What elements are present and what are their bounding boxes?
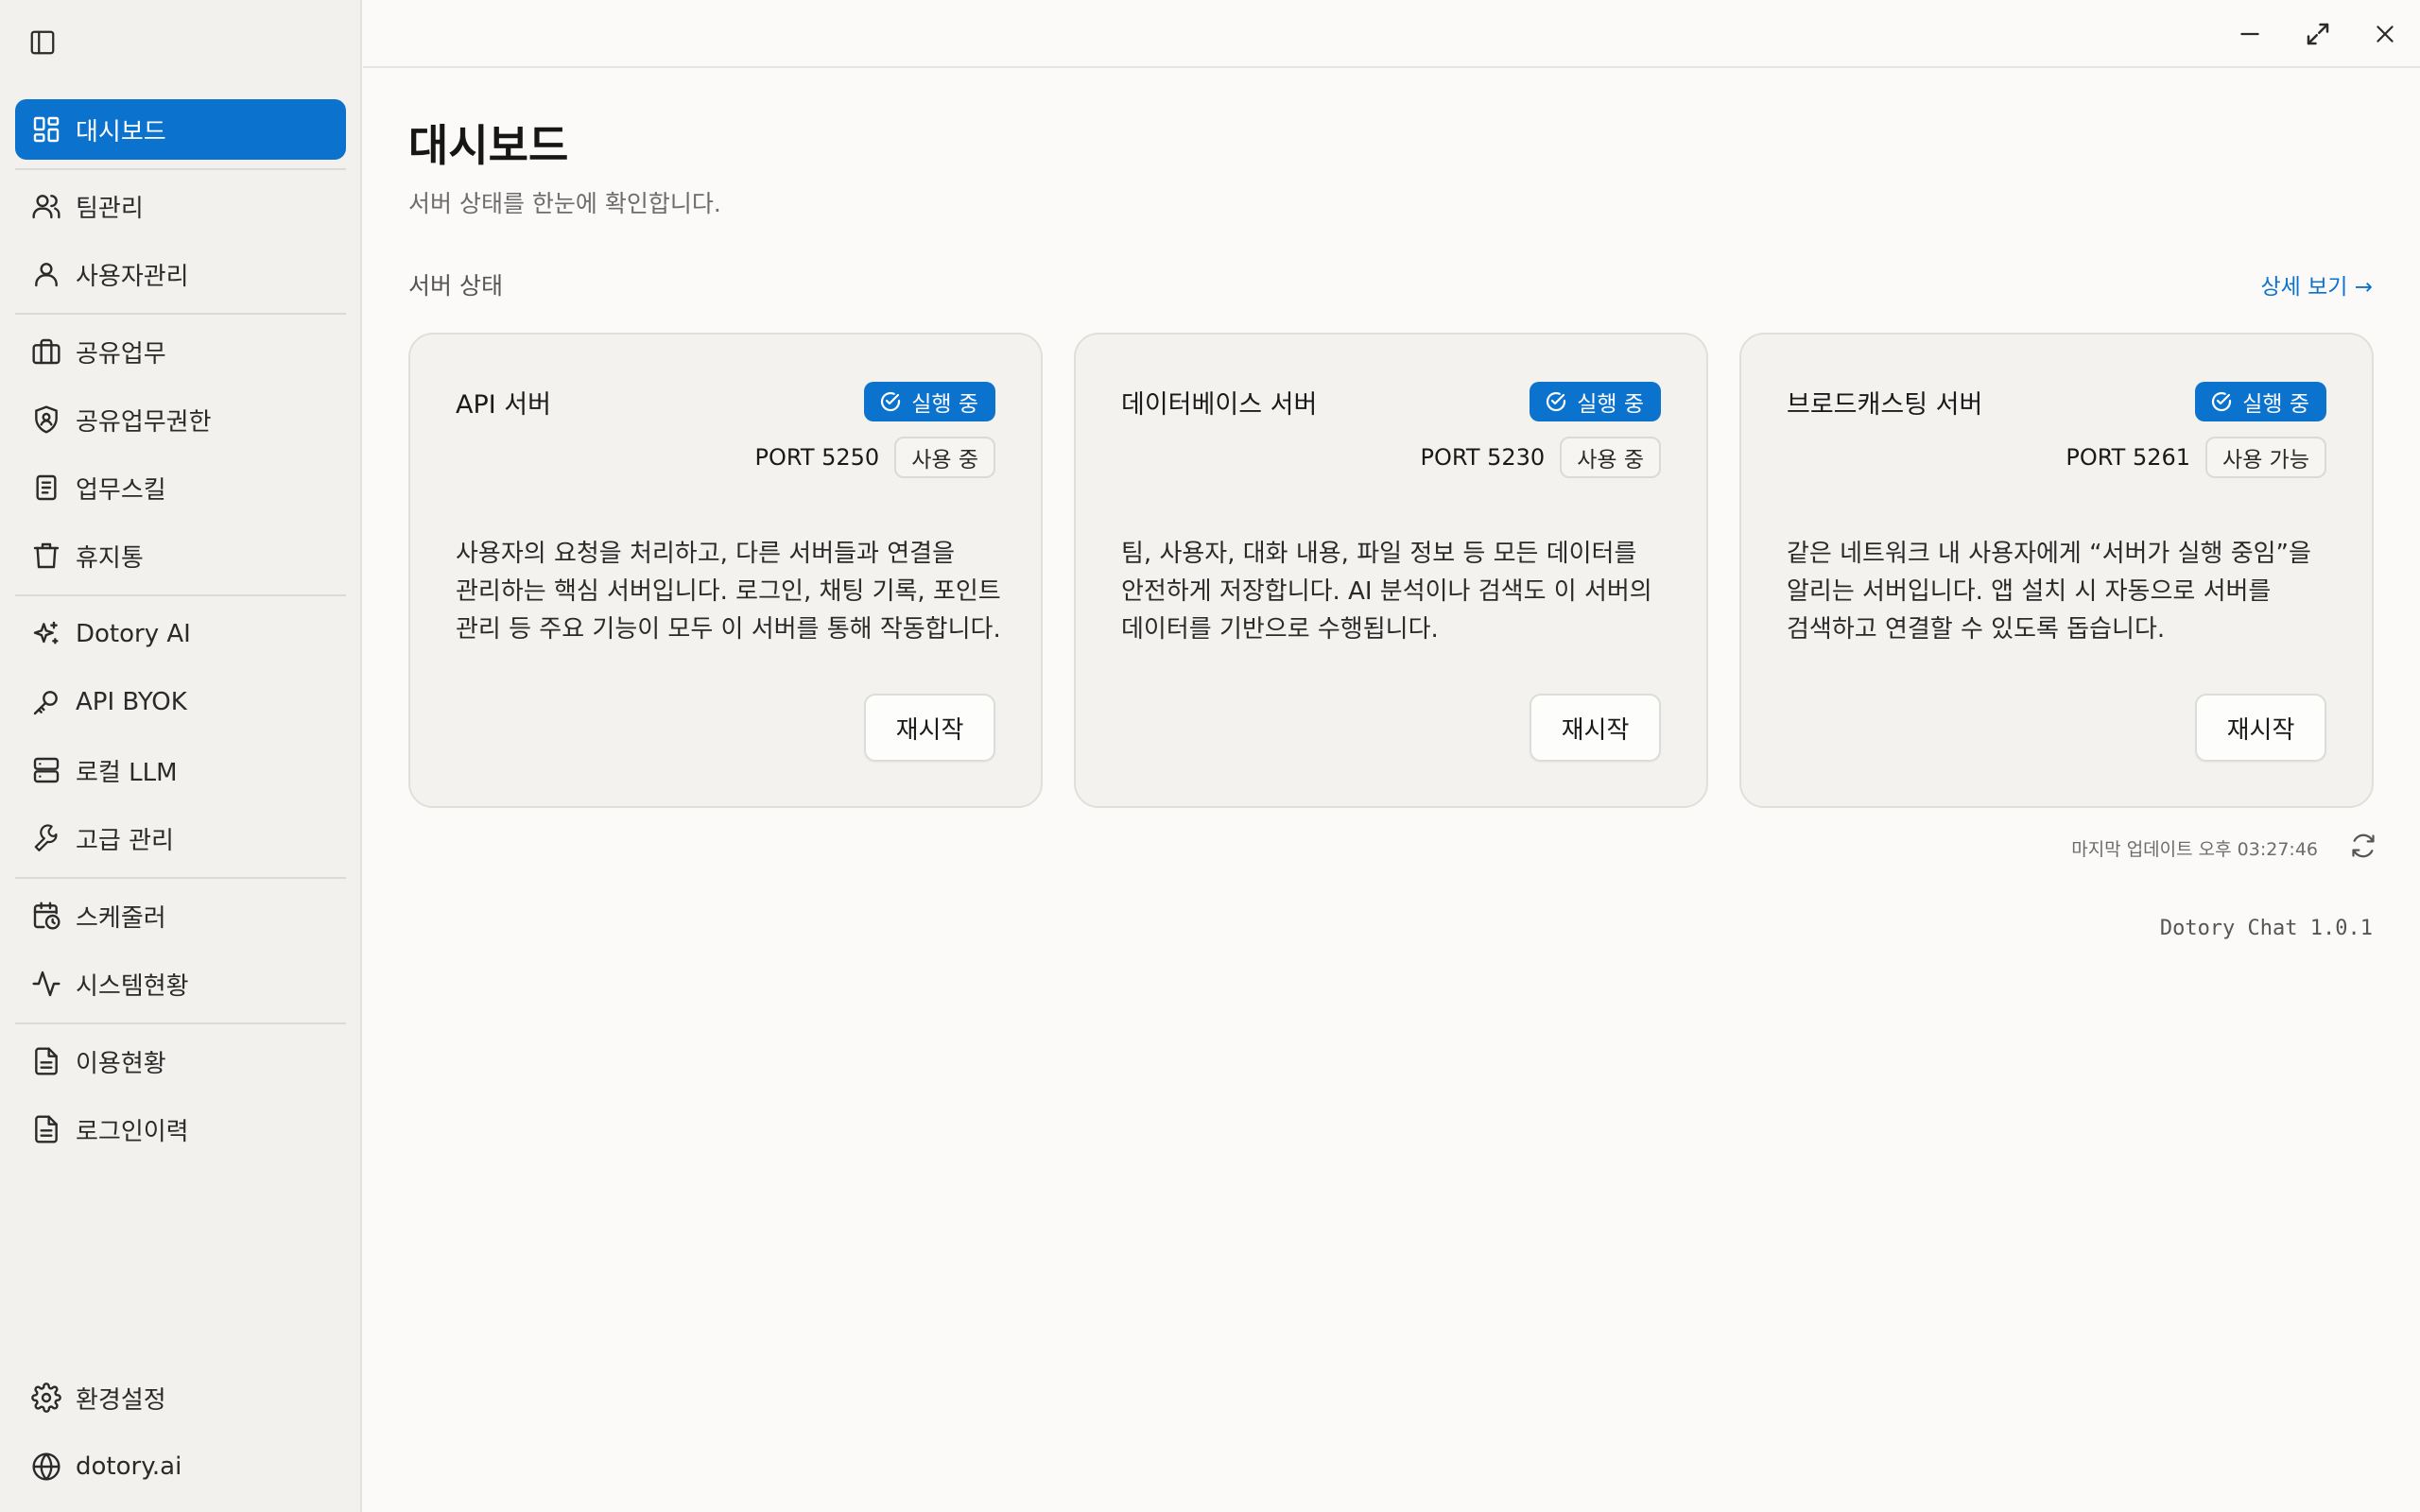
sidebar-item-label: 팀관리	[76, 194, 144, 223]
sidebar-divider	[15, 877, 346, 879]
sidebar-item-system-status[interactable]: 시스템현황	[15, 954, 346, 1014]
sidebar-divider	[15, 313, 346, 315]
document-icon	[30, 472, 62, 504]
shield-icon	[30, 404, 62, 436]
sidebar-item-label: 스케줄러	[76, 903, 166, 933]
server-description: 같은 네트워크 내 사용자에게 “서버가 실행 중임”을 알리는 서버입니다. …	[1787, 540, 2311, 644]
sidebar-toggle-icon[interactable]	[26, 26, 59, 59]
sidebar-item-label: Dotory AI	[76, 620, 191, 648]
check-circle-icon	[1547, 391, 1566, 412]
refresh-icon[interactable]	[2344, 827, 2382, 865]
port-number: PORT 5250	[754, 444, 880, 471]
calendar-clock-icon	[30, 900, 62, 932]
sidebar-item-work-skills[interactable]: 업무스킬	[15, 457, 346, 518]
sidebar-item-website[interactable]: dotory.ai	[15, 1436, 346, 1497]
sidebar-item-shared-work-permissions[interactable]: 공유업무권한	[15, 389, 346, 450]
sidebar-item-label: 사용자관리	[76, 262, 189, 291]
server-name: API 서버	[456, 390, 551, 420]
status-badge: 실행 중	[2195, 382, 2326, 421]
file-text-icon	[30, 1045, 62, 1077]
dashboard-icon	[30, 113, 62, 146]
port-number: PORT 5261	[2066, 444, 2191, 471]
briefcase-icon	[30, 335, 62, 368]
sidebar-item-api-byok[interactable]: API BYOK	[15, 672, 346, 732]
app-version: Dotory Chat 1.0.1	[2159, 917, 2373, 940]
check-circle-icon	[881, 391, 901, 412]
gear-icon	[30, 1382, 62, 1414]
server-name: 브로드캐스팅 서버	[1787, 390, 1983, 420]
trash-icon	[30, 540, 62, 572]
port-status-badge: 사용 가능	[2205, 437, 2326, 478]
sidebar-item-label: 시스템현황	[76, 971, 189, 1001]
port-status-badge: 사용 중	[1560, 437, 1661, 478]
sidebar-item-label: 이용현황	[76, 1049, 166, 1078]
close-icon[interactable]	[2366, 15, 2404, 53]
sidebar-item-local-llm[interactable]: 로컬 LLM	[15, 740, 346, 800]
view-details-link[interactable]: 상세 보기 →	[2260, 268, 2373, 301]
port-row: PORT 5250 사용 중	[755, 437, 995, 478]
port-number: PORT 5230	[1420, 444, 1546, 471]
users-icon	[30, 190, 62, 222]
sidebar-item-settings[interactable]: 환경설정	[15, 1367, 346, 1428]
sidebar-item-trash[interactable]: 휴지통	[15, 525, 346, 586]
sidebar-item-shared-work[interactable]: 공유업무	[15, 321, 346, 382]
user-icon	[30, 258, 62, 290]
sidebar-item-label: dotory.ai	[76, 1452, 182, 1481]
sidebar-item-label: 휴지통	[76, 543, 144, 573]
key-icon	[30, 686, 62, 718]
server-card-api: API 서버 실행 중 PORT 5250 사용 중 사용자의 요청을 처리하고…	[408, 333, 1043, 808]
status-badge: 실행 중	[1530, 382, 1661, 421]
restart-button[interactable]: 재시작	[1530, 694, 1661, 762]
status-badge: 실행 중	[864, 382, 995, 421]
sidebar-item-dotory-ai[interactable]: Dotory AI	[15, 604, 346, 664]
sidebar-item-label: 고급 관리	[76, 826, 174, 855]
status-text: 실행 중	[2242, 392, 2309, 417]
server-card-broadcasting: 브로드캐스팅 서버 실행 중 PORT 5261 사용 가능 같은 네트워크 내…	[1739, 333, 2374, 808]
sidebar-item-label: 공유업무권한	[76, 407, 212, 437]
sidebar-item-label: 업무스킬	[76, 475, 166, 505]
port-row: PORT 5261 사용 가능	[2066, 437, 2326, 478]
sidebar-item-users[interactable]: 사용자관리	[15, 244, 346, 304]
port-status-badge: 사용 중	[894, 437, 995, 478]
sidebar: 대시보드 팀관리 사용자관리 공유업무 공유업무권한 업무스킬 휴지통 Doto…	[0, 0, 362, 1512]
sidebar-item-login-history[interactable]: 로그인이력	[15, 1099, 346, 1160]
server-name: 데이터베이스 서버	[1121, 390, 1318, 420]
server-card-database: 데이터베이스 서버 실행 중 PORT 5230 사용 중 팀, 사용자, 대화…	[1074, 333, 1708, 808]
maximize-icon[interactable]	[2299, 15, 2337, 53]
sidebar-item-advanced[interactable]: 고급 관리	[15, 808, 346, 868]
sidebar-item-scheduler[interactable]: 스케줄러	[15, 885, 346, 946]
sparkles-icon	[30, 618, 62, 650]
page-title: 대시보드	[408, 120, 569, 171]
page-subtitle: 서버 상태를 한눈에 확인합니다.	[408, 190, 721, 217]
check-circle-icon	[2212, 391, 2232, 412]
restart-button[interactable]: 재시작	[864, 694, 995, 762]
sidebar-item-label: 대시보드	[76, 117, 166, 146]
status-text: 실행 중	[1577, 392, 1644, 417]
file-text-icon	[30, 1113, 62, 1145]
activity-icon	[30, 968, 62, 1000]
sidebar-item-dashboard[interactable]: 대시보드	[15, 99, 346, 160]
sidebar-divider	[15, 1022, 346, 1024]
wrench-icon	[30, 822, 62, 854]
sidebar-divider	[15, 594, 346, 596]
minimize-icon[interactable]	[2231, 15, 2269, 53]
sidebar-divider	[15, 168, 346, 170]
restart-button[interactable]: 재시작	[2195, 694, 2326, 762]
port-row: PORT 5230 사용 중	[1421, 437, 1661, 478]
sidebar-item-label: 공유업무	[76, 339, 166, 369]
globe-icon	[30, 1451, 62, 1483]
sidebar-item-label: API BYOK	[76, 688, 187, 716]
section-title: 서버 상태	[408, 272, 503, 300]
server-description: 사용자의 요청을 처리하고, 다른 서버들과 연결을 관리하는 핵심 서버입니다…	[456, 540, 1001, 644]
last-update-text: 마지막 업데이트 오후 03:27:46	[2071, 839, 2318, 860]
sidebar-item-label: 환경설정	[76, 1385, 166, 1415]
sidebar-item-label: 로그인이력	[76, 1117, 189, 1146]
server-description: 팀, 사용자, 대화 내용, 파일 정보 등 모든 데이터를 안전하게 저장합니…	[1121, 540, 1652, 644]
sidebar-item-team[interactable]: 팀관리	[15, 176, 346, 236]
sidebar-item-label: 로컬 LLM	[76, 758, 178, 787]
server-icon	[30, 754, 62, 786]
status-text: 실행 중	[911, 392, 978, 417]
sidebar-item-usage[interactable]: 이용현황	[15, 1031, 346, 1091]
titlebar-divider	[363, 66, 2420, 68]
